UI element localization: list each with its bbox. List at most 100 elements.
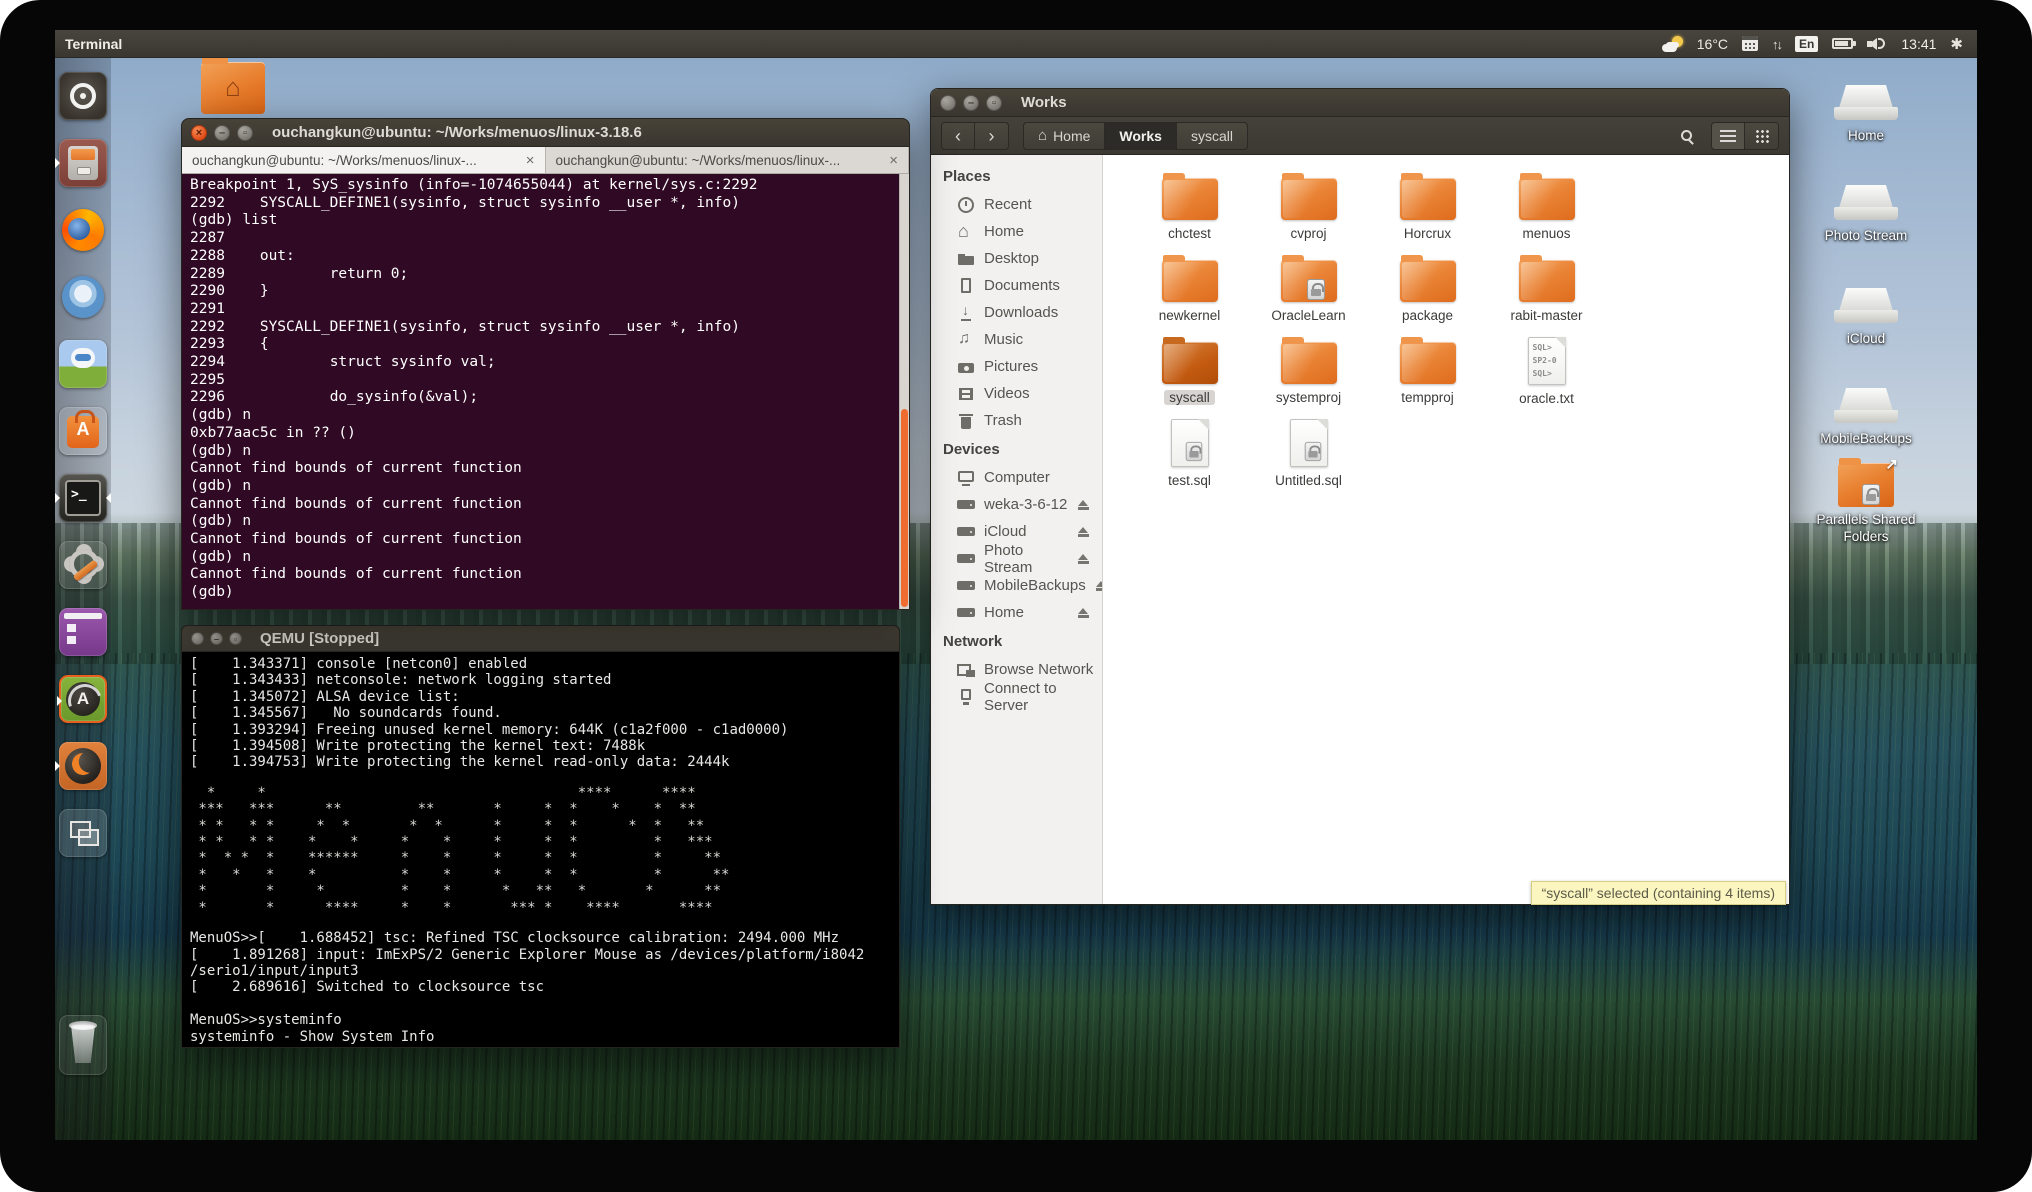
file-item-oracle-txt[interactable]: SQL> SP2-0 SQL>oracle.txt [1487,335,1606,417]
maximize-button[interactable] [237,125,253,141]
sidebar-item-photo-stream[interactable]: Photo Stream [931,545,1102,572]
list-view-icon [1720,130,1736,142]
tab-close-icon[interactable]: × [889,152,898,169]
sidebar-item-documents[interactable]: Documents [931,272,1102,299]
file-item-rabit-master[interactable]: rabit-master [1487,253,1606,335]
launcher-item-kylin-assistant[interactable] [59,340,107,388]
terminal-tab-2[interactable]: ouchangkun@ubuntu: ~/Works/menuos/linux-… [546,147,910,173]
sidebar-item-weka-3-6-12[interactable]: weka-3-6-12 [931,491,1102,518]
file-item-menuos[interactable]: menuos [1487,171,1606,253]
network-arrows-icon[interactable] [1772,36,1781,52]
eject-icon[interactable] [1077,554,1090,564]
download-icon [957,304,975,322]
calendar-icon[interactable] [1742,36,1758,51]
sidebar-item-label: Music [984,331,1023,348]
weather-icon[interactable] [1662,36,1683,52]
desktop-icon-parallels-shared-folders[interactable]: ↗ Parallels Shared Folders [1799,463,1933,546]
desktop-home-folder-icon[interactable] [201,62,265,114]
breadcrumb-works[interactable]: Works [1105,122,1177,150]
file-item-syscall[interactable]: syscall [1130,335,1249,417]
list-view-button[interactable] [1711,122,1745,150]
terminal-content-area[interactable]: Breakpoint 1, SyS_sysinfo (info=-1074655… [182,174,909,609]
folder-icon [1400,342,1456,384]
file-item-oraclelearn[interactable]: OracleLearn [1249,253,1368,335]
sidebar-item-label: Trash [984,412,1022,429]
close-button[interactable] [191,125,207,141]
launcher-item-firefox[interactable] [59,206,107,254]
breadcrumb-syscall[interactable]: syscall [1177,122,1248,150]
desktop-icon-home[interactable]: Home [1799,85,1933,145]
maximize-button[interactable] [986,95,1002,111]
keyboard-layout-indicator[interactable]: En [1795,36,1818,52]
volume-icon[interactable] [1867,37,1887,51]
terminal-scrollbar[interactable] [899,174,909,609]
launcher-item-purple-app[interactable] [59,608,107,656]
breadcrumb-home[interactable]: Home [1023,122,1105,150]
file-item-chctest[interactable]: chctest [1130,171,1249,253]
terminal-tab-1[interactable]: ouchangkun@ubuntu: ~/Works/menuos/linux-… [182,147,546,173]
sidebar-item-home-device[interactable]: Home [931,599,1102,626]
qemu-console-area[interactable]: [ 1.343371] console [netcon0] enabled [ … [182,652,899,1047]
sidebar-item-desktop[interactable]: Desktop [931,245,1102,272]
launcher-item-chromium[interactable] [59,273,107,321]
sidebar-item-home[interactable]: Home [931,218,1102,245]
desktop-icon-mobilebackups[interactable]: MobileBackups [1799,388,1933,448]
launcher-item-software-updater[interactable] [59,675,107,723]
forward-button[interactable]: › [975,122,1009,150]
maximize-button[interactable] [229,632,242,645]
sidebar-item-label: Pictures [984,358,1038,375]
search-button[interactable] [1671,122,1701,150]
sidebar-item-computer[interactable]: Computer [931,464,1102,491]
launcher-item-system-settings[interactable] [59,541,107,589]
grid-view-button[interactable] [1745,122,1779,150]
launcher-item-terminal[interactable] [59,474,107,522]
file-manager-titlebar[interactable]: Works [931,89,1789,117]
file-item-systemproj[interactable]: systemproj [1249,335,1368,417]
launcher-item-thunderbird[interactable] [59,742,107,790]
launcher-item-workspace-switcher[interactable] [59,809,107,857]
terminal-titlebar[interactable]: ouchangkun@ubuntu: ~/Works/menuos/linux-… [182,119,909,147]
sidebar-item-trash[interactable]: Trash [931,407,1102,434]
file-item-untitled-sql[interactable]: Untitled.sql [1249,417,1368,499]
session-gear-icon[interactable] [1950,35,1963,53]
launcher-item-files[interactable] [59,139,107,187]
tab-label: ouchangkun@ubuntu: ~/Works/menuos/linux-… [192,153,518,168]
launcher-item-trash[interactable] [59,1015,107,1075]
file-item-package[interactable]: package [1368,253,1487,335]
share-arrow-icon: ↗ [1885,455,1898,473]
close-button[interactable] [191,632,204,645]
launcher-item-dash-home[interactable] [59,72,107,120]
qemu-titlebar[interactable]: QEMU [Stopped] [182,626,899,652]
temperature-indicator[interactable]: 16°C [1697,36,1728,52]
eject-icon[interactable] [1077,500,1090,510]
file-item-cvproj[interactable]: cvproj [1249,171,1368,253]
desktop-icon-icloud[interactable]: iCloud [1799,288,1933,348]
minimize-button[interactable] [963,95,979,111]
minimize-button[interactable] [210,632,223,645]
battery-icon[interactable] [1832,38,1853,49]
desktop-icon-photo-stream[interactable]: Photo Stream [1799,185,1933,245]
back-button[interactable]: ‹ [941,122,975,150]
sidebar-item-videos[interactable]: Videos [931,380,1102,407]
scrollbar-thumb[interactable] [901,409,908,607]
eject-icon[interactable] [1077,608,1090,618]
file-item-newkernel[interactable]: newkernel [1130,253,1249,335]
close-button[interactable] [940,95,956,111]
sidebar-item-pictures[interactable]: Pictures [931,353,1102,380]
sidebar-item-music[interactable]: Music [931,326,1102,353]
file-label: OracleLearn [1271,308,1345,323]
sidebar-item-recent[interactable]: Recent [931,191,1102,218]
minimize-button[interactable] [214,125,230,141]
file-item-horcrux[interactable]: Horcrux [1368,171,1487,253]
sidebar-item-mobilebackups[interactable]: MobileBackups [931,572,1102,599]
sidebar-item-connect-to-server[interactable]: Connect to Server [931,683,1102,710]
clock[interactable]: 13:41 [1901,36,1936,52]
eject-icon[interactable] [1077,527,1090,537]
tab-close-icon[interactable]: × [526,152,535,169]
sidebar-item-downloads[interactable]: Downloads [931,299,1102,326]
eject-icon[interactable] [1095,581,1103,591]
breadcrumb-label: syscall [1191,128,1233,144]
launcher-item-software-center[interactable] [59,407,107,455]
file-item-test-sql[interactable]: test.sql [1130,417,1249,499]
file-item-tempproj[interactable]: tempproj [1368,335,1487,417]
